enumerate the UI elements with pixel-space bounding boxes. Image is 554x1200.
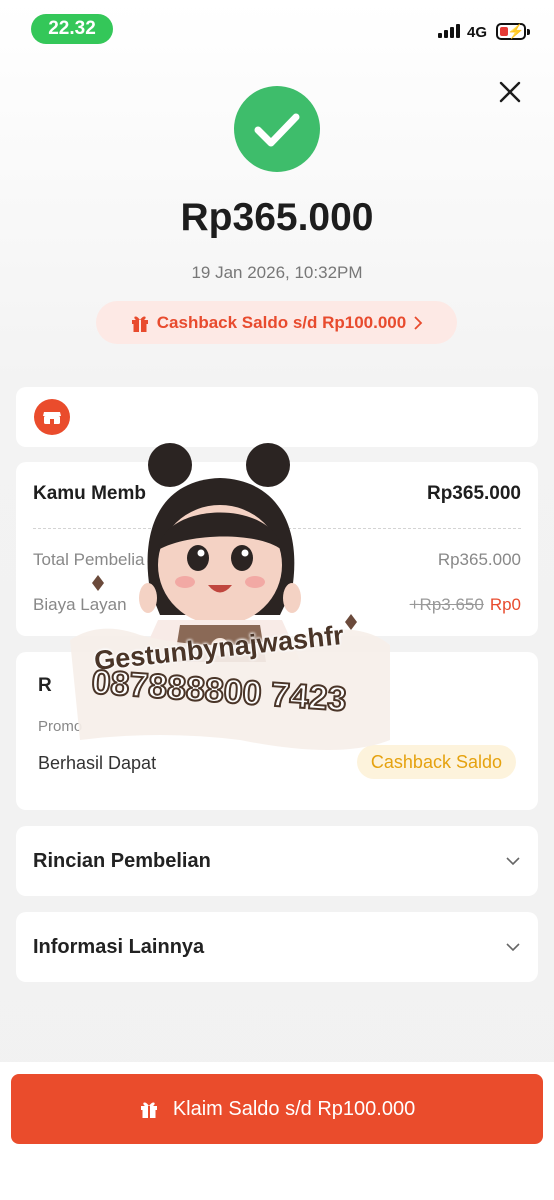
close-icon	[499, 81, 521, 103]
gift-icon	[131, 316, 148, 332]
total-value: Rp365.000	[437, 550, 521, 569]
bottom-action-bar: Klaim Saldo s/d Rp100.000	[0, 1062, 554, 1200]
success-check-icon	[234, 86, 320, 172]
store-icon	[34, 399, 70, 435]
signal-icon	[438, 24, 460, 38]
fee-original: +Rp3.650	[409, 595, 484, 614]
other-info-label: Informasi Lainnya	[33, 935, 205, 958]
fee-value: Rp0	[489, 595, 521, 614]
gift-icon	[140, 1102, 157, 1118]
cashback-badge: Cashback Saldo	[356, 745, 516, 779]
purchase-details-label: Rincian Pembelian	[33, 849, 211, 872]
chevron-down-icon	[506, 943, 520, 952]
claim-saldo-label: Klaim Saldo s/d Rp100.000	[172, 1097, 416, 1120]
chevron-down-icon	[506, 857, 520, 866]
cashback-banner-label: Cashback Saldo s/d Rp100.000	[156, 312, 407, 332]
status-bar: 22.32 4G ⚡	[0, 12, 554, 46]
cashback-banner[interactable]: Cashback Saldo s/d Rp100.000	[96, 301, 457, 344]
payment-title-amount: Rp365.000	[426, 483, 521, 504]
battery-icon: ⚡	[496, 23, 530, 40]
merchant-card	[16, 387, 538, 447]
payment-amount: Rp365.000	[180, 196, 374, 239]
purchase-details-accordion[interactable]: Rincian Pembelian	[16, 826, 538, 896]
network-label: 4G	[467, 24, 488, 41]
other-info-accordion[interactable]: Informasi Lainnya	[16, 912, 538, 982]
status-time: 22.32	[31, 14, 113, 44]
promo-result-label: Berhasil Dapat	[38, 753, 157, 773]
claim-saldo-button[interactable]: Klaim Saldo s/d Rp100.000	[11, 1074, 543, 1144]
transaction-date: 19 Jan 2026, 10:32PM	[191, 263, 363, 282]
chevron-right-icon	[414, 315, 423, 330]
close-button[interactable]	[494, 76, 526, 108]
